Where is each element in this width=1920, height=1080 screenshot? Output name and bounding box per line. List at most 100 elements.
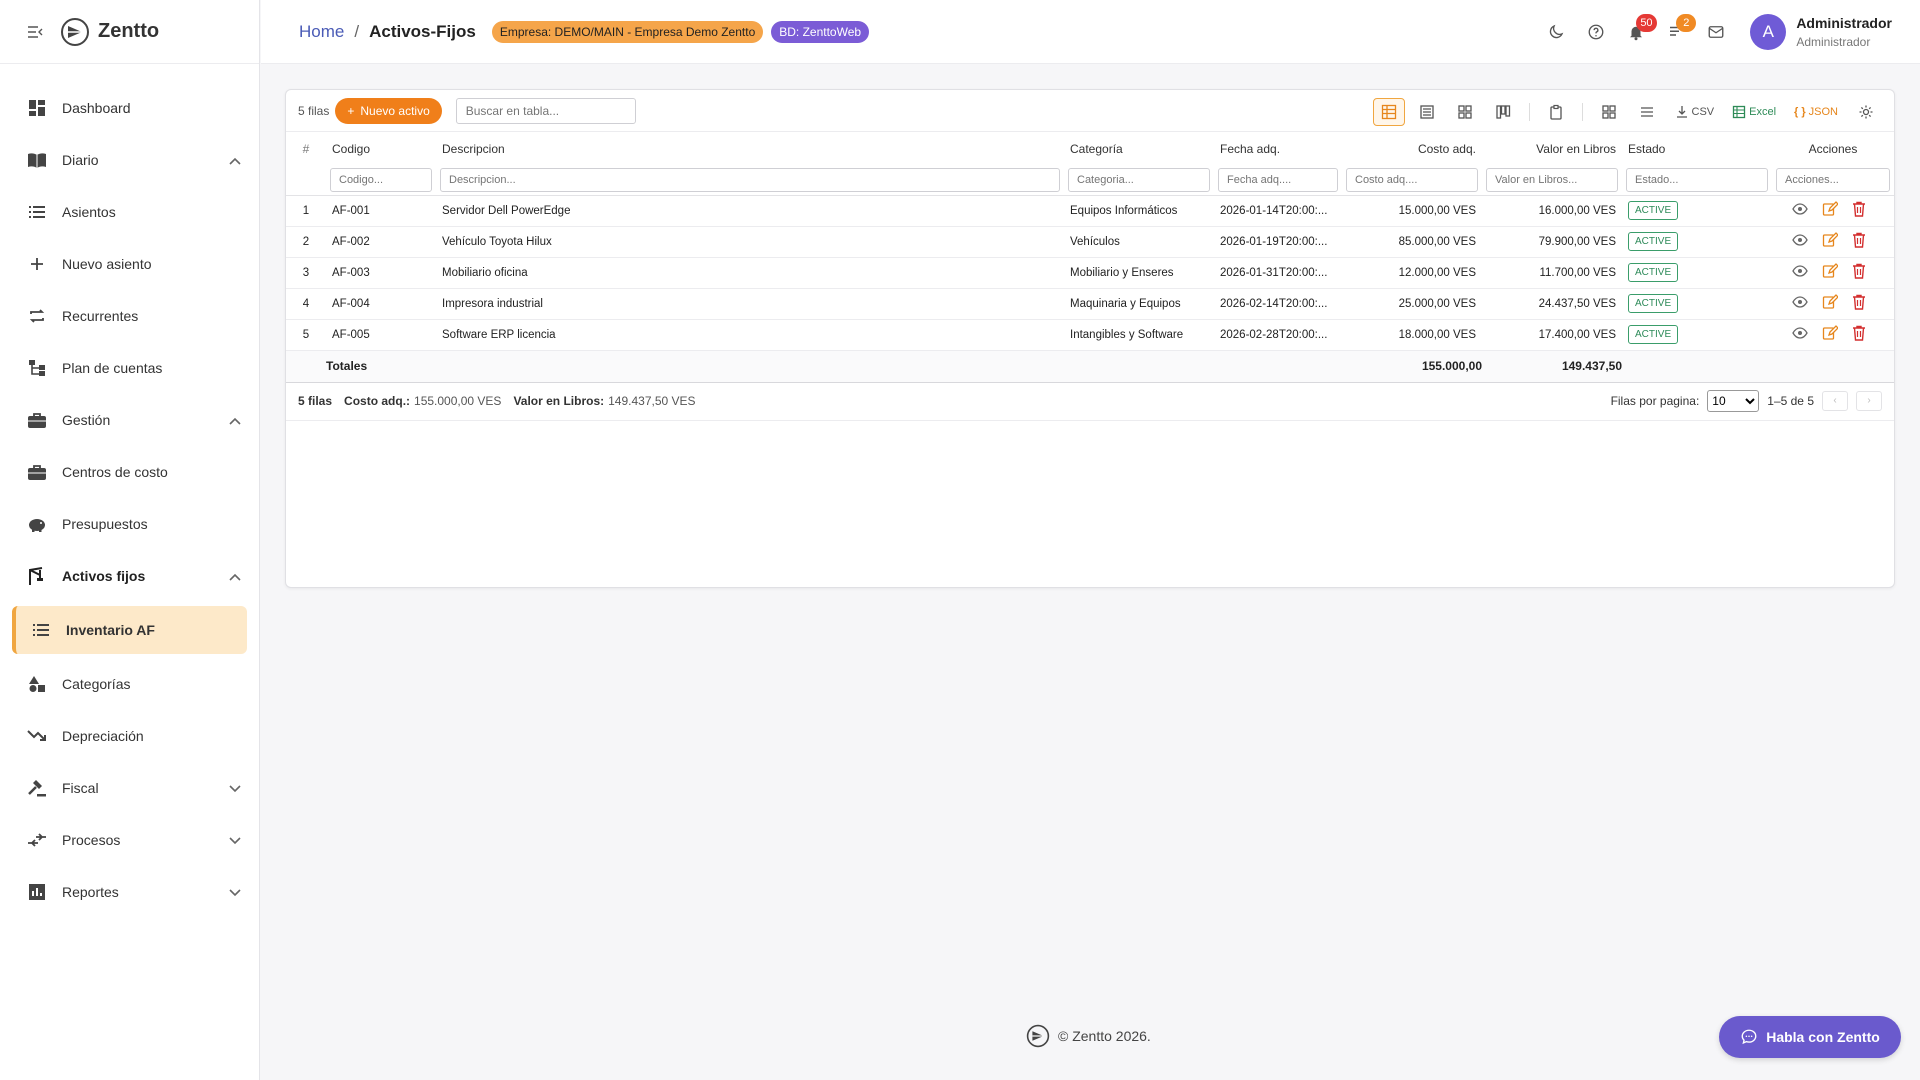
prev-page-icon[interactable]: ‹	[1822, 390, 1848, 411]
column-header: #	[302, 141, 310, 156]
chevron-down-icon[interactable]	[229, 832, 241, 848]
row-index: 3	[286, 257, 326, 289]
view-eye-icon[interactable]	[1792, 203, 1808, 218]
sidebar-item-activos-fijos[interactable]: Activos fijos	[0, 550, 259, 602]
grid-view-icon[interactable]	[1449, 98, 1481, 126]
delete-trash-icon[interactable]	[1852, 232, 1866, 251]
sidebar-item-nuevo-asiento[interactable]: Nuevo asiento	[0, 238, 259, 290]
sidebar-item-reportes[interactable]: Reportes	[0, 866, 259, 918]
avatar[interactable]: A	[1750, 14, 1787, 50]
chevron-up-icon[interactable]	[229, 412, 241, 428]
edit-icon[interactable]	[1822, 294, 1839, 313]
sidebar-item-procesos[interactable]: Procesos	[0, 814, 259, 866]
briefcase-icon	[26, 409, 48, 431]
user-block[interactable]: Administrador Administrador	[1796, 15, 1892, 49]
edit-icon[interactable]	[1822, 201, 1839, 220]
table-row[interactable]: 2 AF-002 Vehículo Toyota Hilux Vehículos 202…	[286, 226, 1894, 258]
sidebar-item-categorías[interactable]: Categorías	[0, 658, 259, 710]
export-csv-button[interactable]: CSV	[1669, 98, 1721, 126]
breadcrumb-home[interactable]: Home	[299, 22, 344, 42]
help-icon[interactable]	[1576, 12, 1616, 52]
filter-categoria-input[interactable]	[1068, 167, 1210, 192]
table-view-icon[interactable]	[1372, 98, 1405, 126]
sidebar-item-fiscal[interactable]: Fiscal	[0, 762, 259, 814]
spreadsheet-icon	[1732, 105, 1746, 119]
sidebar-item-asientos[interactable]: Asientos	[0, 186, 259, 238]
column-header[interactable]: Codigo	[326, 132, 436, 165]
delete-trash-icon[interactable]	[1852, 294, 1866, 313]
density-icon[interactable]	[1593, 98, 1625, 126]
list-view-icon[interactable]	[1411, 98, 1443, 126]
tasks-icon[interactable]: 2	[1656, 12, 1697, 52]
cell-fecha: 2026-01-19T20:00:...	[1214, 226, 1342, 258]
table-row[interactable]: 1 AF-001 Servidor Dell PowerEdge Equipos In…	[286, 195, 1894, 227]
cell-fecha: 2026-02-28T20:00:...	[1214, 319, 1342, 351]
row-index: 1	[286, 195, 326, 227]
edit-icon[interactable]	[1822, 325, 1839, 344]
rows-per-page-select[interactable]: 10	[1707, 389, 1760, 412]
filter-descripcion-input[interactable]	[440, 167, 1060, 192]
compare-arrows-icon	[26, 829, 48, 851]
delete-trash-icon[interactable]	[1852, 325, 1866, 344]
sidebar-item-depreciación[interactable]: Depreciación	[0, 710, 259, 762]
chat-bubble-icon	[1741, 1029, 1757, 1045]
new-asset-button[interactable]: + Nuevo activo	[335, 97, 442, 124]
zentto-logo-icon[interactable]	[60, 17, 90, 47]
view-eye-icon[interactable]	[1792, 327, 1808, 342]
dark-mode-icon[interactable]	[1536, 12, 1576, 52]
export-excel-button[interactable]: Excel	[1726, 98, 1782, 126]
clipboard-icon[interactable]	[1540, 98, 1572, 126]
mail-icon[interactable]	[1696, 12, 1736, 52]
sidebar-item-dashboard[interactable]: Dashboard	[0, 82, 259, 134]
sidebar-item-recurrentes[interactable]: Recurrentes	[0, 290, 259, 342]
view-eye-icon[interactable]	[1792, 265, 1808, 280]
sidebar-item-plan-de-cuentas[interactable]: Plan de cuentas	[0, 342, 259, 394]
menu-collapse-icon[interactable]	[26, 23, 44, 41]
table-search-input[interactable]	[455, 97, 636, 124]
chevron-down-icon[interactable]	[229, 884, 241, 900]
column-header[interactable]: Valor en Libros	[1482, 132, 1622, 165]
next-page-icon[interactable]: ›	[1856, 390, 1882, 411]
sidebar-item-gestión[interactable]: Gestión	[0, 394, 259, 446]
table-row[interactable]: 4 AF-004 Impresora industrial Maquinaria y …	[286, 288, 1894, 320]
filter-valor-input[interactable]	[1486, 167, 1618, 192]
menu-lines-icon[interactable]	[1631, 98, 1663, 126]
sidebar-item-inventario-af[interactable]: Inventario AF	[12, 606, 247, 654]
delete-trash-icon[interactable]	[1852, 263, 1866, 282]
column-header[interactable]: Fecha adq.	[1214, 132, 1342, 165]
sidebar-item-presupuestos[interactable]: Presupuestos	[0, 498, 259, 550]
view-eye-icon[interactable]	[1792, 234, 1808, 249]
edit-icon[interactable]	[1822, 232, 1839, 251]
export-json-button[interactable]: { } JSON	[1788, 98, 1844, 126]
sidebar-item-diario[interactable]: Diario	[0, 134, 259, 186]
edit-icon[interactable]	[1822, 263, 1839, 282]
cell-valor: 17.400,00 VES	[1482, 319, 1622, 351]
kanban-view-icon[interactable]	[1487, 98, 1519, 126]
column-header[interactable]: Categoría	[1064, 132, 1214, 165]
delete-trash-icon[interactable]	[1852, 201, 1866, 220]
sidebar-item-centros-de-costo[interactable]: Centros de costo	[0, 446, 259, 498]
cell-costo: 12.000,00 VES	[1342, 257, 1482, 289]
view-eye-icon[interactable]	[1792, 296, 1808, 311]
row-index: 5	[286, 319, 326, 351]
filter-acciones-input[interactable]	[1776, 167, 1890, 192]
column-header[interactable]: Estado	[1622, 132, 1772, 165]
column-header[interactable]: Descripcion	[436, 132, 1064, 165]
filter-costo-input[interactable]	[1346, 167, 1478, 192]
filter-estado-input[interactable]	[1626, 167, 1768, 192]
chevron-up-icon[interactable]	[229, 152, 241, 168]
table-row[interactable]: 3 AF-003 Mobiliario oficina Mobiliario y En…	[286, 257, 1894, 289]
assets-table: # Codigo Descripcion Categoría Fecha adq…	[286, 132, 1894, 383]
filter-fecha-input[interactable]	[1218, 167, 1338, 192]
notifications-bell-icon[interactable]: 50	[1616, 12, 1657, 52]
rows-per-page-label: Filas por pagina:	[1610, 393, 1700, 408]
column-header[interactable]: Costo adq.	[1342, 132, 1482, 165]
table-row[interactable]: 5 AF-005 Software ERP licencia Intangibles …	[286, 319, 1894, 351]
cell-acciones	[1772, 226, 1894, 258]
chat-button[interactable]: Habla con Zentto	[1719, 1016, 1901, 1058]
chevron-up-icon[interactable]	[229, 568, 241, 584]
sidebar-item-label: Activos fijos	[62, 568, 146, 584]
filter-codigo-input[interactable]	[330, 167, 432, 192]
chevron-down-icon[interactable]	[229, 780, 241, 796]
settings-gear-icon[interactable]	[1850, 98, 1882, 126]
